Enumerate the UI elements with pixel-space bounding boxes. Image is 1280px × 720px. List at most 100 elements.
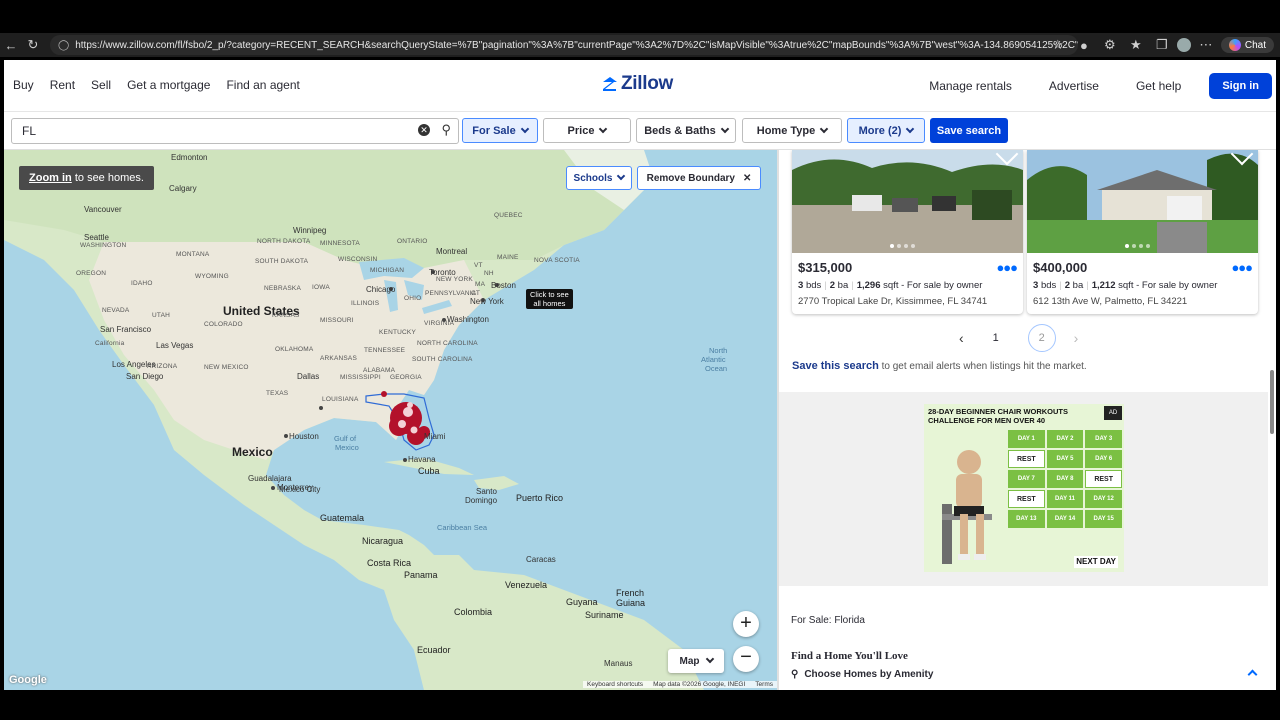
sign-in-button[interactable]: Sign in xyxy=(1209,73,1272,99)
clear-search-icon[interactable]: ✕ xyxy=(418,124,430,136)
state-mississippi: MISSISSIPPI xyxy=(340,374,381,381)
listing-card[interactable]: $400,000 ●●● 3 bds | 2 ba | 1,212 sqft - For… xyxy=(1027,150,1258,314)
profile-avatar[interactable] xyxy=(1176,38,1191,52)
save-search-button[interactable]: Save search xyxy=(930,118,1008,143)
ad-badge[interactable]: AD xyxy=(1104,406,1122,420)
map-label-manaus: Manaus xyxy=(604,659,633,668)
previous-page-icon[interactable]: ‹ xyxy=(959,330,964,346)
scrollbar-thumb[interactable] xyxy=(1270,370,1274,434)
ad-day: DAY 11 xyxy=(1046,490,1084,508)
state-quebec: QUEBEC xyxy=(494,212,523,219)
listing-price: $315,000 xyxy=(798,260,853,275)
advertisement[interactable]: 28-DAY BEGINNER CHAIR WORKOUTS CHALLENGE… xyxy=(924,404,1124,572)
state-pennsylvania: PENNSYLVANIA xyxy=(425,290,477,297)
state-virginia: VIRGINIA xyxy=(424,320,455,327)
schools-button[interactable]: Schools xyxy=(566,166,632,190)
more-filter[interactable]: More (2) xyxy=(847,118,925,143)
chat-button[interactable]: Chat xyxy=(1220,37,1274,53)
favorites-icon[interactable]: ★ xyxy=(1125,37,1147,53)
pagination: ‹ 1 2 › xyxy=(959,324,1078,352)
map-label-mexico: Mexico xyxy=(232,445,273,459)
map-view[interactable]: Edmonton Calgary Vancouver Winnipeg Seat… xyxy=(4,150,777,690)
map-label-calgary: Calgary xyxy=(169,184,197,193)
price-filter[interactable]: Price xyxy=(543,118,631,143)
nav-find-an-agent[interactable]: Find an agent xyxy=(226,78,299,92)
listing-address[interactable]: 2770 Tropical Lake Dr, Kissimmee, FL 347… xyxy=(798,296,987,307)
more-options-icon[interactable]: ●●● xyxy=(996,260,1018,275)
nav-manage-rentals[interactable]: Manage rentals xyxy=(929,79,1012,93)
map-type-button[interactable]: Map xyxy=(668,649,724,673)
search-value: FL xyxy=(22,124,37,138)
state-nova-scotia: NOVA SCOTIA xyxy=(534,257,580,264)
chevron-down-icon xyxy=(906,124,915,133)
nav-get-a-mortgage[interactable]: Get a mortgage xyxy=(127,78,210,92)
map-label-guyana: Guyana xyxy=(566,597,598,607)
ad-day: DAY 12 xyxy=(1085,490,1122,508)
ad-day: DAY 7 xyxy=(1008,470,1045,488)
for-sale-filter[interactable]: For Sale xyxy=(462,118,538,143)
state-kansas: KANSAS xyxy=(272,312,300,319)
photo-carousel-dots xyxy=(890,244,915,248)
state-north-dakota: NORTH DAKOTA xyxy=(257,238,311,245)
chevron-up-icon[interactable] xyxy=(1247,669,1258,680)
beds-count: 3 xyxy=(798,280,804,291)
location-search-input[interactable]: FL ✕ ⚲ xyxy=(11,118,459,144)
browser-actions: ☆ ● ⚙ ★ ❐ ⋯ Chat xyxy=(1047,33,1280,57)
listing-photo[interactable] xyxy=(1027,150,1258,253)
zoom-in-button[interactable]: + xyxy=(733,611,759,637)
nav-sell[interactable]: Sell xyxy=(91,78,111,92)
map-label-colombia: Colombia xyxy=(454,607,493,617)
listing-details: 3 bds | 2 ba | 1,212 sqft - For sale by owne… xyxy=(1033,280,1218,291)
save-this-search-link[interactable]: Save this search xyxy=(792,360,879,372)
state-nebraska: NEBRASKA xyxy=(264,285,302,292)
map-label-puerto-rico: Puerto Rico xyxy=(516,493,564,503)
find-home-heading: Find a Home You'll Love xyxy=(791,650,908,662)
nav-left: Buy Rent Sell Get a mortgage Find an age… xyxy=(4,78,304,92)
click-tip-line1: Click to see xyxy=(530,290,569,299)
state-georgia: GEORGIA xyxy=(390,374,422,381)
results-scrollbar[interactable] xyxy=(1268,150,1276,690)
sqft-unit: sqft xyxy=(1118,280,1134,291)
zoom-out-button[interactable]: − xyxy=(733,646,759,672)
beds-baths-filter[interactable]: Beds & Baths xyxy=(636,118,736,143)
back-icon[interactable]: ← xyxy=(0,38,22,53)
next-page-icon[interactable]: › xyxy=(1074,330,1079,346)
listing-address[interactable]: 612 13th Ave W, Palmetto, FL 34221 xyxy=(1033,296,1187,307)
address-bar[interactable]: ◯ https://www.zillow.com/fl/fsbo/2_p/?ca… xyxy=(50,35,1078,55)
listing-card[interactable]: $315,000 ●●● 3 bds | 2 ba | 1,296 sqft - For… xyxy=(792,150,1023,314)
star-icon[interactable]: ☆ xyxy=(1047,37,1069,53)
home-type-filter[interactable]: Home Type xyxy=(742,118,842,143)
keyboard-shortcuts-link[interactable]: Keyboard shortcuts xyxy=(587,681,643,688)
page-1-button[interactable]: 1 xyxy=(982,324,1010,352)
zoom-in-link[interactable]: Zoom in xyxy=(29,172,72,184)
nav-rent[interactable]: Rent xyxy=(50,78,75,92)
more-options-icon[interactable]: ●●● xyxy=(1231,260,1253,275)
map-label-santo: Santo xyxy=(476,487,497,496)
remove-boundary-label: Remove Boundary xyxy=(646,172,735,184)
search-icon[interactable]: ⚲ xyxy=(441,122,451,138)
collections-icon[interactable]: ❐ xyxy=(1151,37,1173,53)
nav-buy[interactable]: Buy xyxy=(13,78,34,92)
remove-boundary-button[interactable]: Remove Boundary ✕ xyxy=(637,166,761,190)
extension-icon[interactable]: ● xyxy=(1073,38,1095,53)
ad-title: 28-DAY BEGINNER CHAIR WORKOUTS CHALLENGE… xyxy=(928,407,1069,425)
reload-icon[interactable]: ↻ xyxy=(22,37,44,53)
map-label-new-york: New York xyxy=(470,297,504,306)
terms-link[interactable]: Terms xyxy=(755,681,773,688)
listing-photo[interactable] xyxy=(792,150,1023,253)
settings-icon[interactable]: ⚙ xyxy=(1099,37,1121,53)
map-label-dallas: Dallas xyxy=(297,372,320,381)
choose-homes-by-amenity[interactable]: ⚲ Choose Homes by Amenity xyxy=(791,669,1258,680)
state-michigan: MICHIGAN xyxy=(370,267,405,274)
filter-bar: FL ✕ ⚲ For Sale Price Beds & Baths Home … xyxy=(4,112,1276,150)
ad-day: DAY 8 xyxy=(1046,470,1084,488)
map-label-chicago: Chicago xyxy=(366,285,396,294)
map-label-guiana: Guiana xyxy=(616,598,646,608)
nav-get-help[interactable]: Get help xyxy=(1136,79,1181,93)
nav-advertise[interactable]: Advertise xyxy=(1049,79,1099,93)
more-menu-icon[interactable]: ⋯ xyxy=(1195,37,1217,53)
page-2-button[interactable]: 2 xyxy=(1027,324,1056,352)
state-maine: MAINE xyxy=(497,254,519,261)
zillow-logo[interactable]: Zillow xyxy=(602,73,673,95)
save-search-text: to get email alerts when listings hit th… xyxy=(878,361,1087,372)
